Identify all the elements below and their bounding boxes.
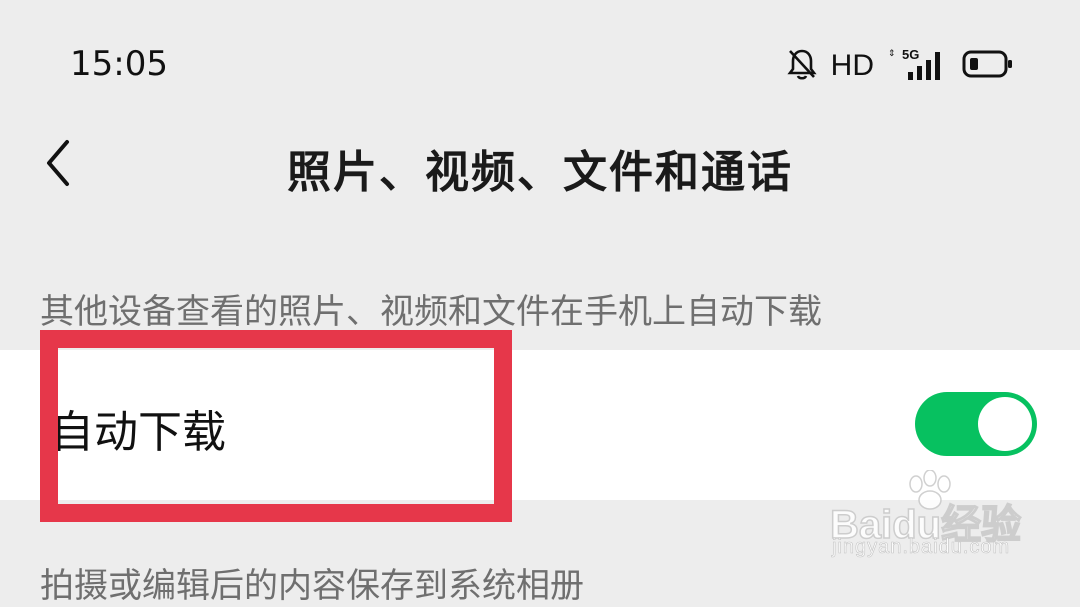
network-type-label: 5G <box>902 47 919 62</box>
status-bar: 15:05 HD ⇕ 5G <box>0 0 1080 120</box>
toggle-knob <box>978 397 1032 451</box>
battery-icon <box>962 49 1014 83</box>
svg-text:⇕: ⇕ <box>888 48 896 58</box>
bell-muted-icon <box>787 47 817 85</box>
signal-icon: ⇕ 5G <box>888 46 948 86</box>
watermark-url: jingyan.baidu.com <box>832 536 1011 559</box>
page-title: 照片、视频、文件和通话 <box>287 147 793 198</box>
baidu-watermark: Baidu经验 jingyan.baidu.com <box>829 469 1030 560</box>
status-time: 15:05 <box>70 44 168 84</box>
hd-indicator: HD <box>830 49 874 82</box>
section-header-save-to-album: 拍摄或编辑后的内容保存到系统相册 <box>40 566 584 606</box>
status-icons: HD ⇕ 5G <box>787 44 1014 88</box>
row-label-auto-download: 自动下载 <box>50 407 226 458</box>
auto-download-toggle[interactable] <box>915 392 1037 456</box>
nav-bar: 照片、视频、文件和通话 <box>0 120 1080 210</box>
section-header-auto-download: 其他设备查看的照片、视频和文件在手机上自动下载 <box>40 292 822 332</box>
